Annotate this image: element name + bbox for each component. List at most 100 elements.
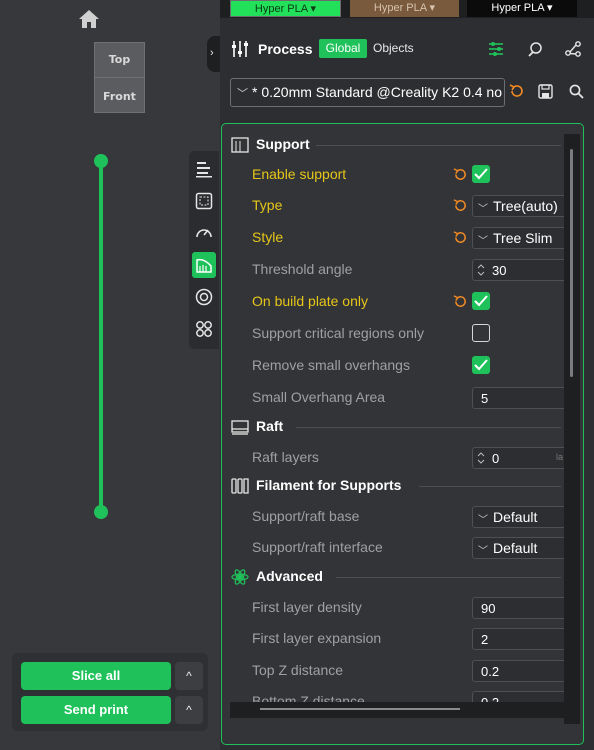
first-layer-density-input[interactable]: 90 [472,597,572,619]
send-print-button[interactable]: Send print [21,696,171,724]
apps-icon [196,321,212,337]
search-icon[interactable] [569,84,584,99]
slice-options-button[interactable]: ^ [175,662,203,690]
input-value: 90 [481,601,496,616]
dropdown-value: Tree(auto) [493,198,558,214]
setting-label: Support critical regions only [252,325,424,341]
top-z-distance-input[interactable]: 0.2 [472,660,572,682]
objects-toggle[interactable]: Objects [373,39,414,58]
setting-support-raft-interface: Support/raft interface ﹀ Default [252,537,572,561]
setting-label: Enable support [252,166,347,182]
enable-support-checkbox[interactable] [472,165,490,183]
cube-top-face[interactable]: Top [95,53,144,66]
support-critical-checkbox[interactable] [472,324,490,342]
layer-slider-top-handle[interactable] [94,154,108,168]
first-layer-expansion-input[interactable]: 2 [472,628,572,650]
setting-type: Type ﹀ Tree(auto) [252,195,572,219]
dropdown-value: Default [493,540,538,556]
filament-icon [231,478,249,494]
collapse-sidebar-button[interactable]: › [207,36,221,72]
section-divider [419,486,561,487]
multimaterial-tab[interactable] [192,284,216,310]
vertical-scrollbar-thumb[interactable] [570,149,573,377]
setting-label: Top Z distance [252,662,344,678]
spinner-icon[interactable] [477,451,485,465]
reset-icon[interactable] [453,198,468,213]
reset-icon[interactable] [453,294,468,309]
setting-label: First layer expansion [252,630,382,646]
setting-label: Small Overhang Area [252,389,386,405]
setting-first-layer-density: First layer density 90 [252,597,572,621]
support-section-icon [231,137,249,153]
reset-icon[interactable] [453,167,468,182]
quality-tab[interactable] [192,156,216,182]
strength-tab[interactable] [192,188,216,214]
remove-small-overhangs-checkbox[interactable] [472,356,490,374]
filament-slot-2[interactable]: Hyper PLA ▾ [350,0,459,17]
process-panel: Process Global Objects ﹀ * 0.20mm Standa… [220,18,594,750]
setting-support-raft-base: Support/raft base ﹀ Default [252,506,572,530]
process-preset-dropdown[interactable]: ﹀ * 0.20mm Standard @Creality K2 0.4 noz… [230,78,505,107]
home-icon[interactable] [78,9,100,29]
setting-label: Remove small overhangs [252,357,410,373]
process-title: Process [258,41,313,57]
support-raft-base-dropdown[interactable]: ﹀ Default [472,506,572,528]
global-toggle[interactable]: Global [319,39,367,58]
section-divider [336,577,561,578]
horizontal-scrollbar[interactable] [230,702,565,718]
section-support: Support [231,134,561,156]
reset-preset-icon[interactable] [509,83,525,99]
unit-label: la [556,452,564,462]
threshold-angle-input[interactable]: 30 [472,259,572,281]
raft-layers-input[interactable]: 0 la [472,447,572,469]
support-tab[interactable] [192,252,216,278]
app-root: Top Front Slice all ^ Send print ^ › Hyp… [0,0,594,750]
view-cube[interactable]: Top Front [94,42,145,113]
setting-style: Style ﹀ Tree Slim [252,227,572,251]
style-dropdown[interactable]: ﹀ Tree Slim [472,227,572,249]
advanced-settings-icon[interactable] [487,40,505,58]
layer-slider-track[interactable] [99,161,103,513]
settings-list: Support Enable support Type ﹀ Tree(auto) … [221,123,584,745]
spool-icon [195,288,213,306]
section-divider [296,427,561,428]
chevron-down-icon: ﹀ [478,515,488,526]
checkmark-icon [474,359,488,371]
cube-edge [95,77,144,78]
setting-label: Threshold angle [252,261,353,277]
filament-label: Hyper PLA [254,3,308,15]
small-overhang-area-input[interactable]: 5 [472,387,572,409]
others-tab[interactable] [192,316,216,342]
setting-label: Type [252,197,283,213]
support-raft-interface-dropdown[interactable]: ﹀ Default [472,537,572,559]
print-options-button[interactable]: ^ [175,696,203,724]
reset-icon[interactable] [453,230,468,245]
chevron-down-icon: ﹀ [237,88,248,100]
horizontal-scrollbar-thumb[interactable] [260,708,460,710]
dropdown-value: Tree Slim [493,230,553,246]
setting-on-build-plate-only: On build plate only [252,291,552,315]
speed-tab[interactable] [192,220,216,246]
save-icon[interactable] [538,84,553,99]
share-icon[interactable] [564,40,582,58]
compare-icon[interactable] [526,40,544,58]
on-build-plate-only-checkbox[interactable] [472,292,490,310]
slice-all-button[interactable]: Slice all [21,662,171,690]
section-raft: Raft [231,416,561,438]
spinner-icon[interactable] [477,263,485,277]
setting-support-critical-regions: Support critical regions only [252,323,552,347]
preset-name: * 0.20mm Standard @Creality K2 0.4 nozzl… [252,84,502,100]
cube-front-face[interactable]: Front [95,90,144,103]
input-value: 0 [492,451,500,466]
layer-slider-bottom-handle[interactable] [94,505,108,519]
filament-slot-3[interactable]: Hyper PLA ▾ [467,0,577,17]
process-sliders-icon [232,41,248,57]
vertical-scrollbar[interactable] [564,134,580,724]
chevron-right-icon: › [210,47,214,59]
checkmark-icon [474,295,488,307]
type-dropdown[interactable]: ﹀ Tree(auto) [472,195,572,217]
viewport-3d[interactable]: Top Front Slice all ^ Send print ^ [0,0,220,738]
filament-slot-1[interactable]: Hyper PLA ▾ [230,0,341,17]
setting-small-overhang-area: Small Overhang Area 5 [252,387,572,411]
setting-first-layer-expansion: First layer expansion 2 [252,628,572,652]
